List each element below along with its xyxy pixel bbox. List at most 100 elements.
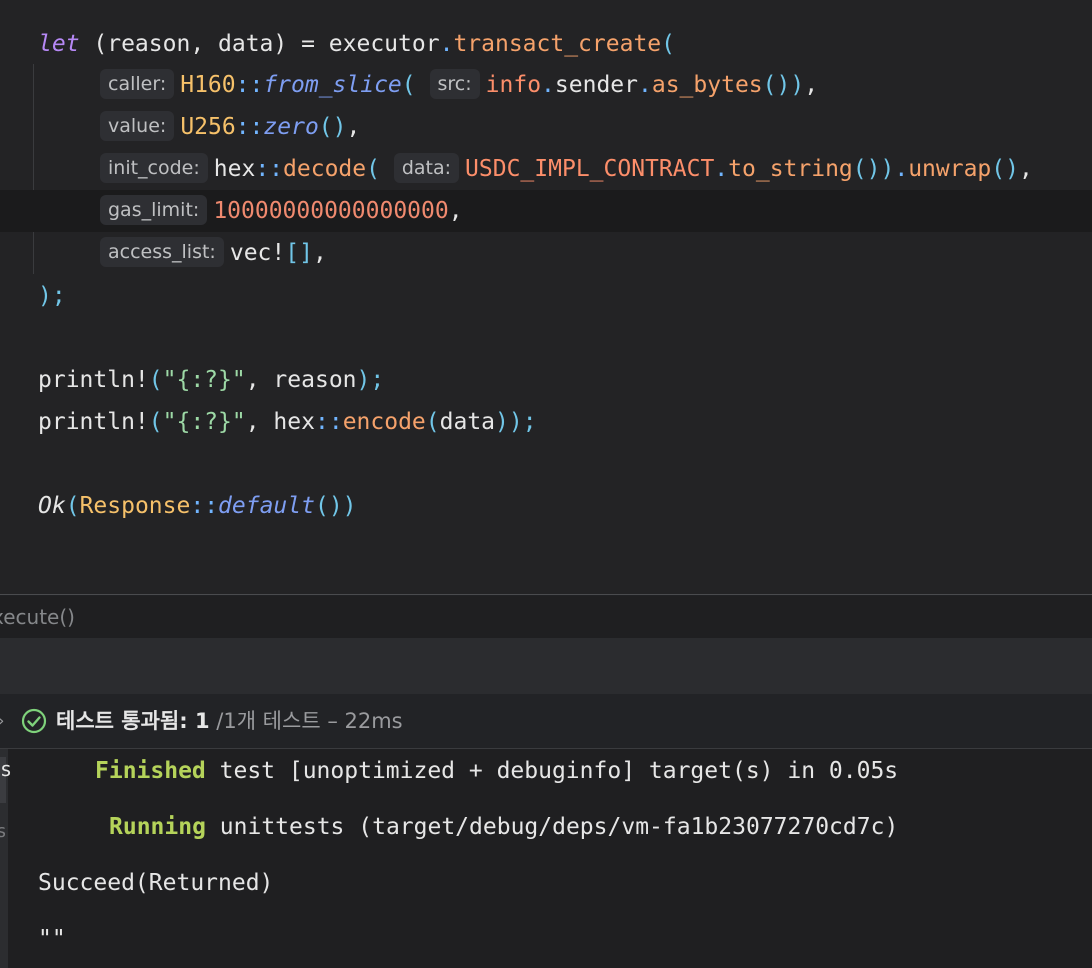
code-token: ::	[190, 493, 219, 519]
code-token: (	[65, 493, 80, 519]
code-token: , reason	[245, 367, 357, 393]
code-line-content: Ok(Response::default())	[38, 485, 357, 527]
gutter-mark-1: s	[0, 757, 12, 803]
code-line-content: println!("{:?}", hex::encode(data));	[38, 401, 537, 443]
code-token: hex	[213, 156, 256, 182]
test-status-label: 테스트 통과됨:	[56, 709, 195, 733]
code-line[interactable]	[0, 443, 1092, 485]
code-token: , hex	[245, 409, 315, 435]
code-line[interactable]: let (reason, data) = executor.transact_c…	[0, 23, 1092, 65]
code-token: ,	[448, 198, 463, 224]
code-token: ::	[235, 72, 264, 98]
code-token: );	[38, 283, 66, 309]
inlay-hint: src:	[429, 69, 480, 99]
check-circle-icon	[21, 708, 47, 734]
code-token: .	[439, 31, 454, 57]
code-token: default	[218, 493, 315, 519]
code-token: ,	[1018, 156, 1033, 182]
code-line[interactable]: println!("{:?}", reason);	[0, 359, 1092, 401]
empty-string-text: ""	[38, 926, 66, 952]
code-token: (	[148, 367, 163, 393]
code-line[interactable]: );	[0, 275, 1092, 317]
code-token: );	[356, 367, 385, 393]
code-token: "{:?}"	[162, 367, 246, 393]
code-line-content: let (reason, data) = executor.transact_c…	[38, 23, 675, 65]
code-token: []	[285, 240, 313, 266]
editor-divider	[0, 594, 1092, 595]
output-line-string: ""	[0, 919, 1092, 959]
code-token: ())	[852, 156, 895, 182]
code-token: decode	[283, 156, 367, 182]
output-line-finished: Finished test [unoptimized + debuginfo] …	[0, 751, 1092, 791]
code-token: unwrap	[908, 156, 992, 182]
code-token: ())	[314, 493, 357, 519]
code-token: vec!	[229, 240, 286, 266]
code-token: USDC_IMPL_CONTRACT	[465, 156, 715, 182]
code-token: ,	[346, 114, 361, 140]
code-token: ));	[495, 409, 537, 435]
code-token: .	[638, 72, 652, 98]
code-line[interactable]: caller: H160::from_slice( src: info.sender…	[0, 64, 1092, 106]
code-line[interactable]: gas_limit: 10000000000000000,	[0, 190, 1092, 232]
code-editor[interactable]: let (reason, data) = executor.transact_c…	[0, 0, 1092, 594]
code-token: (	[148, 409, 163, 435]
code-token: ,	[312, 240, 327, 266]
code-token: .	[714, 156, 729, 182]
code-token: 10000000000000000	[213, 198, 449, 224]
code-line-content: );	[38, 275, 66, 317]
code-token: zero	[263, 114, 319, 140]
code-token: from_slice	[263, 72, 402, 98]
code-token: (reason, data) = executor	[79, 31, 440, 57]
code-line-content: access_list: vec![],	[100, 232, 327, 274]
code-line[interactable]: value: U256::zero(),	[0, 106, 1092, 148]
inlay-hint: init_code:	[100, 153, 208, 183]
code-token: (	[425, 409, 440, 435]
gutter-mark-2: s	[0, 821, 7, 842]
breadcrumb-label: xecute()	[0, 605, 75, 629]
code-token: ()	[991, 156, 1019, 182]
code-token: sender	[554, 72, 638, 98]
code-line-content: init_code: hex::decode( data: USDC_IMPL_CO…	[100, 148, 1033, 190]
code-token: ::	[235, 114, 264, 140]
code-token: data	[439, 409, 496, 435]
finished-word: Finished	[95, 758, 206, 784]
code-token: H160	[180, 72, 236, 98]
code-line-content: gas_limit: 10000000000000000,	[100, 190, 463, 232]
output-line-running: Running unittests (target/debug/deps/vm-…	[0, 807, 1092, 847]
code-token: let	[38, 31, 80, 57]
code-token: (	[401, 72, 416, 98]
code-token: "{:?}"	[162, 409, 246, 435]
code-token: Response	[79, 493, 191, 519]
code-token: (	[661, 31, 676, 57]
code-token: println!	[38, 367, 149, 393]
code-token: println!	[38, 409, 149, 435]
test-status-bar: › 테스트 통과됨: 1 /1개 테스트 – 22ms	[0, 694, 1092, 748]
code-line[interactable]	[0, 317, 1092, 359]
code-line-content: caller: H160::from_slice( src: info.sender…	[100, 64, 818, 106]
code-token: ()	[318, 114, 347, 140]
output-line-result: Succeed(Returned)	[0, 863, 1092, 903]
code-token: transact_create	[453, 31, 662, 57]
code-token: U256	[180, 114, 236, 140]
code-line[interactable]: println!("{:?}", hex::encode(data));	[0, 401, 1092, 443]
inlay-hint: data:	[393, 153, 460, 183]
collapse-chevron-icon[interactable]: ›	[0, 694, 4, 748]
breadcrumb[interactable]: xecute()	[0, 596, 1092, 638]
code-token: .	[894, 156, 909, 182]
code-token: ::	[314, 409, 343, 435]
code-line[interactable]: init_code: hex::decode( data: USDC_IMPL_CO…	[0, 148, 1092, 190]
code-token: encode	[342, 409, 426, 435]
code-line[interactable]: access_list: vec![],	[0, 232, 1092, 274]
inlay-hint: gas_limit:	[100, 195, 208, 225]
inlay-hint: access_list:	[100, 237, 224, 267]
running-rest: unittests (target/debug/deps/vm-fa1b2307…	[205, 814, 899, 840]
test-output[interactable]: Finished test [unoptimized + debuginfo] …	[0, 749, 1092, 968]
code-line-content: value: U256::zero(),	[100, 106, 360, 148]
test-status-text: 테스트 통과됨: 1 /1개 테스트 – 22ms	[56, 694, 403, 748]
code-token: to_string	[728, 156, 853, 182]
code-token: ,	[804, 72, 819, 98]
panel-toolbar	[0, 638, 1092, 694]
code-line[interactable]: Ok(Response::default())	[0, 485, 1092, 527]
